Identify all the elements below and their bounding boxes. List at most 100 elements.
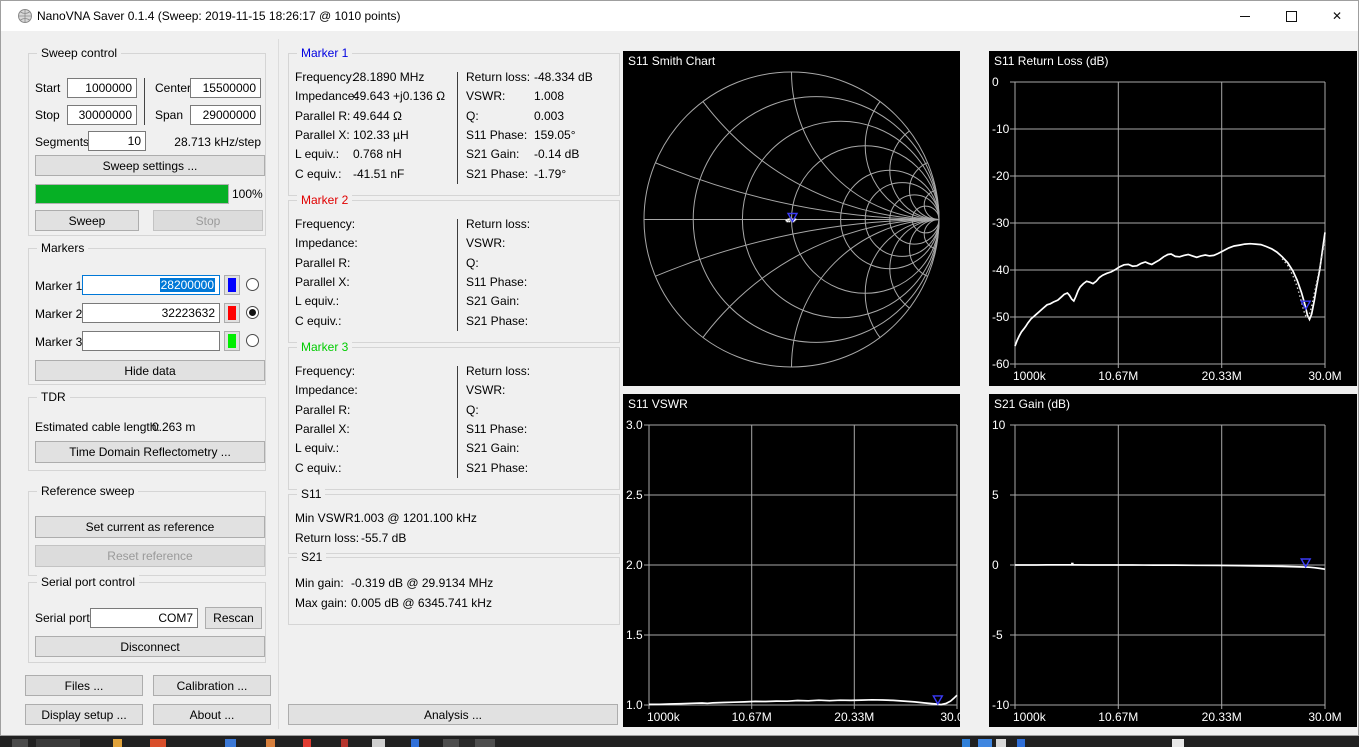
svg-text:-50: -50 — [992, 310, 1010, 324]
files-button[interactable]: Files ... — [25, 675, 143, 696]
s11-vswr-chart[interactable]: S11 VSWR 3.0 2.5 2.0 1.5 1.0 1000k 10.67M 20.33M… — [623, 394, 974, 727]
taskbar-icon-fragment — [962, 739, 970, 747]
span-input[interactable]: 29000000 — [190, 105, 261, 125]
svg-text:20.33M: 20.33M — [1202, 369, 1242, 383]
column-divider — [457, 72, 458, 184]
marker2-data-panel: Marker 2 Frequency: Impedance: Parallel R:… — [288, 193, 620, 343]
s11-summary-title: S11 — [297, 487, 326, 501]
stop-label: Stop — [35, 108, 60, 122]
titlebar[interactable]: NanoVNA Saver 0.1.4 (Sweep: 2019-11-15 1… — [1, 1, 1358, 31]
marker2-frequency-input[interactable]: 32223632 — [82, 303, 220, 323]
marker-field-label: Parallel R: — [295, 403, 351, 417]
marker-field-label: VSWR: — [466, 383, 506, 397]
about-button[interactable]: About ... — [153, 704, 271, 725]
maximize-button[interactable] — [1268, 1, 1314, 31]
span-label: Span — [155, 108, 184, 122]
marker-field-value: -48.334 dB — [534, 70, 593, 84]
set-reference-button[interactable]: Set current as reference — [35, 516, 265, 538]
s11-smith-chart[interactable]: S11 Smith Chart — [623, 51, 960, 386]
tdr-button-label: Time Domain Reflectometry ... — [69, 445, 231, 459]
marker-field-label: Return loss: — [466, 70, 531, 84]
reset-reference-label: Reset reference — [107, 549, 193, 563]
svg-text:1.0: 1.0 — [626, 698, 643, 712]
marker-field-label: C equiv.: — [295, 314, 342, 328]
svg-text:-60: -60 — [992, 357, 1010, 371]
marker-field-label: S21 Phase: — [466, 167, 529, 181]
marker2-radio[interactable] — [246, 306, 259, 319]
marker-field-label: Frequency: — [295, 217, 356, 231]
marker1-frequency-input[interactable]: 28200000 — [82, 275, 220, 295]
stop-button-label: Stop — [195, 213, 221, 228]
svg-text:1000k: 1000k — [1013, 710, 1047, 724]
marker-field-label: Parallel R: — [295, 109, 351, 123]
windows-taskbar[interactable] — [0, 736, 1359, 747]
s21-summary-panel: S21 Min gain: -0.319 dB @ 29.9134 MHz Ma… — [288, 550, 620, 625]
disconnect-button[interactable]: Disconnect — [35, 636, 265, 657]
tdr-button[interactable]: Time Domain Reflectometry ... — [35, 441, 265, 463]
hide-data-button[interactable]: Hide data — [35, 360, 265, 381]
s21-summary-title: S21 — [297, 550, 327, 564]
analysis-button[interactable]: Analysis ... — [288, 704, 618, 725]
marker2-color-button[interactable] — [224, 303, 240, 323]
serial-port-group: Serial port control Serial port COM7 Res… — [28, 575, 266, 663]
marker3-radio[interactable] — [246, 334, 259, 347]
center-input[interactable]: 15500000 — [190, 78, 261, 98]
marker-field-label: Impedance: — [295, 89, 358, 103]
marker2-panel-title: Marker 2 — [297, 193, 353, 207]
taskbar-icon-fragment — [372, 739, 385, 747]
marker3-color-chip — [228, 334, 236, 348]
sweep-settings-button[interactable]: Sweep settings ... — [35, 155, 265, 176]
sweep-settings-label: Sweep settings ... — [102, 158, 198, 173]
marker-field-label: Parallel X: — [295, 422, 350, 436]
s11-summary-panel: S11 Min VSWR: 1.003 @ 1201.100 kHz Retur… — [288, 487, 620, 554]
marker1-color-button[interactable] — [224, 275, 240, 295]
svg-text:S21 Gain (dB): S21 Gain (dB) — [994, 397, 1070, 411]
marker1-radio[interactable] — [246, 278, 259, 291]
marker-field-label: L equiv.: — [295, 441, 340, 455]
marker3-panel-title: Marker 3 — [297, 340, 353, 354]
marker-field-label: VSWR: — [466, 236, 506, 250]
tdr-group: TDR Estimated cable length: 0.263 m Time… — [28, 390, 266, 471]
serial-port-value: COM7 — [158, 611, 193, 625]
start-label: Start — [35, 81, 61, 95]
min-vswr-label: Min VSWR: — [295, 511, 358, 525]
serial-port-input[interactable]: COM7 — [90, 608, 198, 628]
marker-field-value: 0.003 — [534, 109, 565, 123]
segments-label: Segments — [35, 135, 90, 149]
min-gain-value: -0.319 dB @ 29.9134 MHz — [351, 576, 494, 590]
s11-return-loss-chart[interactable]: S11 Return Loss (dB) 0 -10 -20 -30 -40 -50 -60 1… — [989, 51, 1357, 386]
svg-text:10: 10 — [992, 418, 1006, 432]
close-button[interactable]: ✕ — [1314, 1, 1359, 31]
calibration-label: Calibration ... — [176, 678, 248, 693]
start-input[interactable]: 1000000 — [67, 78, 137, 98]
svg-text:5: 5 — [992, 488, 999, 502]
stop-input[interactable]: 30000000 — [67, 105, 137, 125]
column-divider — [457, 366, 458, 478]
svg-text:-10: -10 — [992, 698, 1010, 712]
marker-field-value: -41.51 nF — [353, 167, 405, 181]
s21-gain-chart[interactable]: S21 Gain (dB) 10 5 0 -5 -10 1000k 10.67M 20.33M 3… — [989, 394, 1357, 727]
svg-text:20.33M: 20.33M — [1202, 710, 1242, 724]
marker-field-label: Parallel R: — [295, 256, 351, 270]
segments-input[interactable]: 10 — [88, 131, 146, 151]
max-gain-label: Max gain: — [295, 596, 348, 610]
minimize-button[interactable] — [1222, 1, 1268, 31]
svg-text:3.0: 3.0 — [626, 418, 643, 432]
marker3-frequency-input[interactable] — [82, 331, 220, 351]
svg-text:0: 0 — [992, 75, 999, 89]
taskbar-icon-fragment — [36, 739, 80, 747]
marker-field-label: Q: — [466, 403, 479, 417]
min-vswr-value: 1.003 @ 1201.100 kHz — [354, 511, 477, 525]
marker-field-value: 49.643 +j0.136 Ω — [353, 89, 446, 103]
display-setup-label: Display setup ... — [41, 707, 127, 722]
display-setup-button[interactable]: Display setup ... — [25, 704, 143, 725]
marker3-color-button[interactable] — [224, 331, 240, 351]
cable-length-label: Estimated cable length: — [35, 420, 160, 434]
rescan-label: Rescan — [213, 611, 254, 625]
svg-text:-30: -30 — [992, 216, 1010, 230]
set-reference-label: Set current as reference — [85, 520, 215, 534]
sweep-button[interactable]: Sweep — [35, 210, 139, 231]
calibration-button[interactable]: Calibration ... — [153, 675, 271, 696]
rescan-button[interactable]: Rescan — [205, 607, 262, 629]
marker-field-label: S21 Phase: — [466, 314, 529, 328]
